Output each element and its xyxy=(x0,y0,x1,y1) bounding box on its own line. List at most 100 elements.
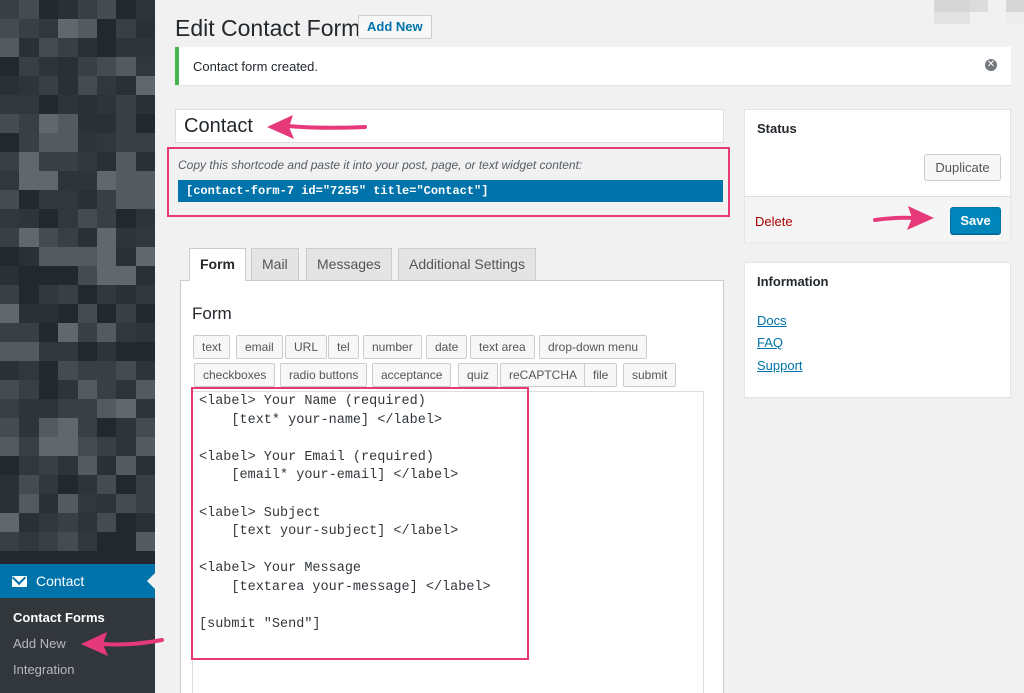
pixel-block xyxy=(0,76,20,95)
pixel-block xyxy=(96,475,117,494)
tag-button-recaptcha[interactable]: reCAPTCHA xyxy=(500,363,587,387)
pixel-block xyxy=(58,399,78,418)
pixel-block xyxy=(135,19,155,38)
pixel-block xyxy=(135,380,155,399)
pixel-block xyxy=(116,532,136,551)
tag-button-url[interactable]: URL xyxy=(285,335,328,359)
pixel-block xyxy=(0,209,20,228)
pixel-block xyxy=(116,437,136,456)
pixel-block xyxy=(116,171,136,190)
tag-button-radio-buttons[interactable]: radio buttons xyxy=(280,363,368,387)
tag-button-text-area[interactable]: text area xyxy=(470,335,535,359)
form-template-content[interactable]: <label> Your Name (required) [text* your… xyxy=(199,393,491,635)
pixel-block xyxy=(96,323,117,342)
tag-button-acceptance[interactable]: acceptance xyxy=(372,363,452,387)
form-title-input[interactable] xyxy=(175,109,724,143)
form-heading: Form xyxy=(192,304,232,323)
pixel-block xyxy=(135,323,155,342)
pixel-block xyxy=(77,475,97,494)
tab-messages[interactable]: Messages xyxy=(306,248,392,280)
pixel-block xyxy=(934,12,952,24)
pixel-block xyxy=(135,228,155,247)
pixel-block xyxy=(19,133,39,152)
pixel-block xyxy=(19,513,39,532)
tag-button-number[interactable]: number xyxy=(363,335,422,359)
pixel-block xyxy=(77,133,97,152)
pixel-block xyxy=(38,285,59,304)
duplicate-button[interactable]: Duplicate xyxy=(924,154,1001,181)
submenu-integration[interactable]: Integration xyxy=(0,662,155,688)
information-box: Information Docs FAQ Support xyxy=(744,262,1011,398)
tag-button-drop-down-menu[interactable]: drop-down menu xyxy=(539,335,648,359)
pixel-block xyxy=(0,456,20,475)
pixel-block xyxy=(116,0,136,19)
pixel-block xyxy=(0,494,20,513)
pixel-block xyxy=(0,190,20,209)
pixel-block xyxy=(96,399,117,418)
pixel-block xyxy=(116,133,136,152)
pixel-block xyxy=(19,304,39,323)
pixel-block xyxy=(116,247,136,266)
pixel-block xyxy=(116,380,136,399)
pixel-block xyxy=(19,171,39,190)
pixel-block xyxy=(19,0,39,19)
sidebar-item-contact[interactable]: Contact xyxy=(0,564,155,598)
pixel-block xyxy=(38,456,59,475)
tag-button-email[interactable]: email xyxy=(236,335,283,359)
pixel-block xyxy=(38,95,59,114)
pixel-block xyxy=(970,0,988,12)
pixel-block xyxy=(135,57,155,76)
pixel-block xyxy=(19,209,39,228)
tag-button-submit[interactable]: submit xyxy=(623,363,677,387)
tab-form[interactable]: Form xyxy=(189,248,246,281)
pixel-block xyxy=(116,456,136,475)
docs-link[interactable]: Docs xyxy=(757,313,787,328)
tag-button-quiz[interactable]: quiz xyxy=(458,363,499,387)
add-new-button[interactable]: Add New xyxy=(358,15,432,39)
pixel-block xyxy=(135,342,155,361)
pixel-block xyxy=(96,38,117,57)
tab-additional-settings[interactable]: Additional Settings xyxy=(398,248,536,280)
pixel-block xyxy=(58,285,78,304)
pixel-block xyxy=(58,76,78,95)
pixel-block xyxy=(58,247,78,266)
pixel-block xyxy=(116,399,136,418)
support-link[interactable]: Support xyxy=(757,358,803,373)
pixel-block xyxy=(135,0,155,19)
tag-button-file[interactable]: file xyxy=(584,363,618,387)
pixel-block xyxy=(58,133,78,152)
pixel-block xyxy=(19,38,39,57)
faq-link[interactable]: FAQ xyxy=(757,335,783,350)
pixel-block xyxy=(135,209,155,228)
pixel-block xyxy=(38,304,59,323)
pixel-block xyxy=(0,380,20,399)
pixel-block xyxy=(116,228,136,247)
current-pointer xyxy=(147,573,155,589)
tag-button-text[interactable]: text xyxy=(193,335,231,359)
save-button[interactable]: Save xyxy=(950,207,1001,234)
tag-button-tel[interactable]: tel xyxy=(328,335,359,359)
tag-button-checkboxes[interactable]: checkboxes xyxy=(194,363,276,387)
pixel-block xyxy=(38,494,59,513)
pixel-block xyxy=(19,95,39,114)
pixel-block xyxy=(19,475,39,494)
pixel-block xyxy=(116,513,136,532)
pixel-block xyxy=(96,266,117,285)
pixel-block xyxy=(0,342,20,361)
information-title: Information xyxy=(757,274,829,289)
pixel-block xyxy=(116,38,136,57)
pixel-block xyxy=(58,209,78,228)
pixel-block xyxy=(96,456,117,475)
pixel-block xyxy=(19,57,39,76)
pixel-block xyxy=(19,342,39,361)
dismiss-icon[interactable]: ✕ xyxy=(985,59,997,71)
pixel-block xyxy=(58,0,78,19)
tag-button-date[interactable]: date xyxy=(426,335,468,359)
delete-link[interactable]: Delete xyxy=(755,214,793,229)
pixel-block xyxy=(77,114,97,133)
tab-mail[interactable]: Mail xyxy=(251,248,299,280)
notice-message: Contact form created. xyxy=(193,58,318,74)
shortcode-highlight: Copy this shortcode and paste it into yo… xyxy=(167,147,730,217)
pixel-block xyxy=(77,418,97,437)
shortcode-field[interactable]: [contact-form-7 id="7255" title="Contact… xyxy=(178,180,723,202)
